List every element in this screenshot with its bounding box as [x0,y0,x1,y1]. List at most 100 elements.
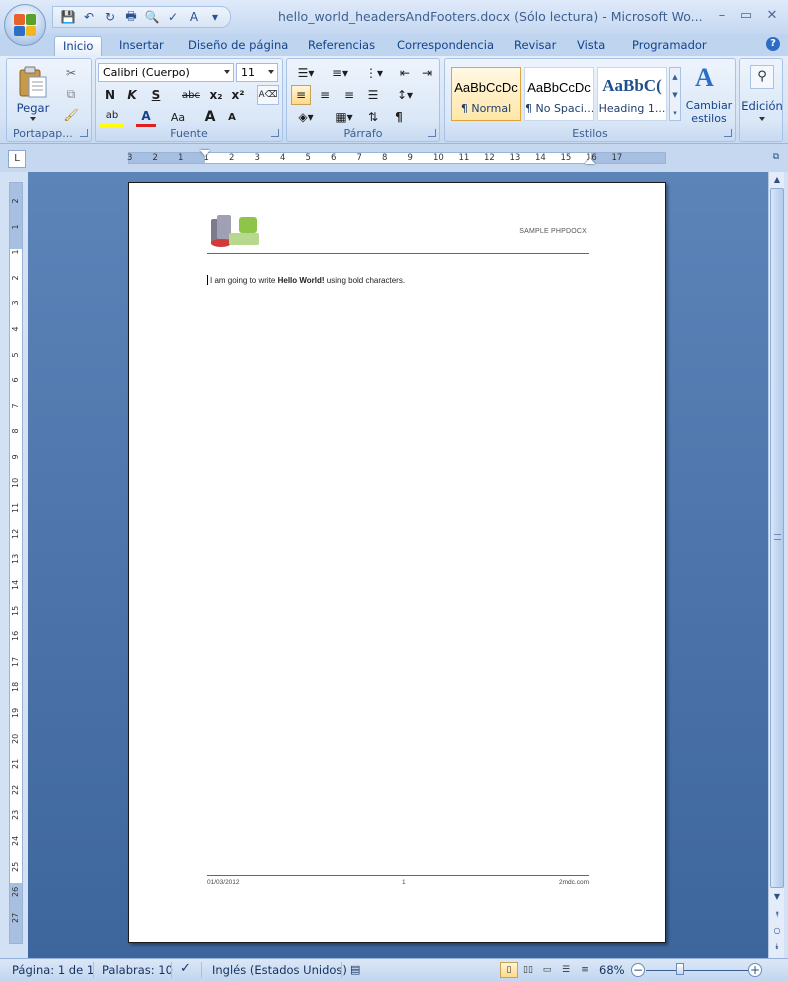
status-words[interactable]: Palabras: 10 [102,963,173,977]
tab-revisar[interactable]: Revisar [506,36,564,56]
italic-button[interactable]: K [122,85,142,105]
format-painter-icon[interactable]: 🖌 [61,105,81,125]
close-button[interactable]: ✕ [762,6,782,26]
font-launcher-icon[interactable] [271,129,279,137]
find-binoculars-icon[interactable]: ⚲ [750,65,774,89]
undo-icon[interactable]: ↶ [80,8,98,26]
tab-vista[interactable]: Vista [569,36,613,56]
ruler-number: 2 [229,153,235,163]
cut-icon[interactable]: ✂ [61,63,81,83]
editing-label[interactable]: Edición [740,99,784,113]
font-color-button[interactable]: A [136,107,156,127]
spelling-icon[interactable]: ✓ [164,8,182,26]
view-ruler-icon[interactable]: ⧉ [768,152,784,168]
decrease-indent-icon[interactable]: ⇤ [395,63,415,83]
help-icon[interactable]: ? [766,37,780,51]
print-icon[interactable]: 🖶 [122,8,140,26]
styles-scroll[interactable]: ▲ ▼ ▾ [669,67,681,121]
ruler-number: 20 [11,733,20,744]
draft-view-icon[interactable]: ≡ [576,962,594,978]
superscript-button[interactable]: x² [228,85,248,105]
scroll-up-icon[interactable]: ▲ [770,173,784,187]
full-screen-reading-icon[interactable]: ▯▯ [519,962,537,978]
status-language[interactable]: Inglés (Estados Unidos) [212,963,347,977]
next-page-icon[interactable]: ⯯ [770,940,784,954]
ruler-number: 23 [11,810,20,821]
justify-icon[interactable]: ☰ [363,85,383,105]
print-layout-view-icon[interactable]: ▯ [500,962,518,978]
status-page[interactable]: Página: 1 de 1 [12,963,94,977]
align-right-icon[interactable]: ≡ [339,85,359,105]
subscript-button[interactable]: x₂ [206,85,226,105]
macro-record-icon[interactable]: ▤ [350,963,360,976]
vertical-scrollbar[interactable]: ▲ ▼ ⯭ ○ ⯯ [768,172,784,958]
shrink-font-button[interactable]: A [222,107,242,127]
grow-font-button[interactable]: A [200,107,220,127]
vertical-ruler[interactable]: 2 1 1 2 3 4 5 6 7 8 9 10 11 12 13 14 15 16 17 18 19 20 21 22 23 2… [9,182,23,944]
office-button[interactable] [4,4,46,46]
tab-programador[interactable]: Programador [624,36,715,56]
web-layout-icon[interactable]: ▭ [538,962,556,978]
style-no-spacing[interactable]: AaBbCcDc ¶ No Spaci... [524,67,594,121]
style-heading-1[interactable]: AaBbC( Heading 1... [597,67,667,121]
font-size-combo[interactable]: 11 [236,63,278,82]
indent-marker-icon[interactable] [200,150,210,156]
previous-page-icon[interactable]: ⯭ [770,908,784,922]
outline-view-icon[interactable]: ☰ [557,962,575,978]
tab-referencias[interactable]: Referencias [300,36,383,56]
increase-indent-icon[interactable]: ⇥ [417,63,437,83]
body-paragraph[interactable]: I am going to write Hello World! using b… [207,275,405,285]
show-formatting-marks-button[interactable]: ¶ [389,107,409,127]
zoom-level[interactable]: 68% [599,963,625,977]
underline-button[interactable]: S [146,85,166,105]
right-indent-marker-icon[interactable] [585,158,595,164]
text-style-icon[interactable]: A [185,8,203,26]
styles-launcher-icon[interactable] [724,129,732,137]
ruler-number: 15 [11,605,20,616]
proofing-icon[interactable]: ✓ [180,961,191,976]
borders-icon[interactable]: ▦▾ [329,107,359,127]
print-preview-icon[interactable]: 🔍 [143,8,161,26]
clipboard-launcher-icon[interactable] [80,129,88,137]
customize-quick-access-icon[interactable]: ▾ [206,8,224,26]
horizontal-ruler[interactable]: 3 2 1 1 2 3 4 5 6 7 8 9 10 11 12 13 14 15 16 17 [0,144,788,172]
save-icon[interactable]: 💾 [59,8,77,26]
change-styles-button[interactable]: A Cambiar estilos [685,63,733,125]
paragraph-launcher-icon[interactable] [428,129,436,137]
tab-correspondencia[interactable]: Correspondencia [389,36,502,56]
scroll-thumb[interactable] [770,188,784,888]
ruler-number: 6 [11,377,20,383]
zoom-in-icon[interactable]: + [748,963,762,977]
bullets-icon[interactable]: ☰▾ [291,63,321,83]
font-name-combo[interactable]: Calibri (Cuerpo) [98,63,234,82]
scroll-down-icon[interactable]: ▼ [770,890,784,904]
browse-object-icon[interactable]: ○ [770,924,784,938]
shading-icon[interactable]: ◈▾ [291,107,321,127]
paste-button[interactable]: Pegar [13,63,53,121]
sort-icon[interactable]: ⇅ [363,107,383,127]
align-center-icon[interactable]: ≡ [315,85,335,105]
zoom-slider-thumb[interactable] [676,963,684,975]
tab-selector-icon[interactable]: L [8,150,26,168]
document-page[interactable]: SAMPLE PHPDOCX I am going to write Hello… [128,182,666,943]
line-spacing-icon[interactable]: ↕▾ [391,85,419,105]
clear-formatting-icon[interactable]: A⌫ [257,85,279,105]
tab-insertar[interactable]: Insertar [111,36,172,56]
minimize-button[interactable]: – [712,6,732,26]
copy-icon[interactable]: ⧉ [61,84,81,104]
multilevel-list-icon[interactable]: ⋮▾ [359,63,389,83]
align-left-icon[interactable]: ≡ [291,85,311,105]
style-normal[interactable]: AaBbCcDc ¶ Normal [451,67,521,121]
strikethrough-button[interactable]: abc [178,85,204,105]
zoom-slider-track[interactable] [646,970,750,971]
maximize-button[interactable]: ▭ [736,6,756,26]
change-case-button[interactable]: Aa [166,107,190,127]
numbering-icon[interactable]: ≡▾ [325,63,355,83]
tab-inicio[interactable]: Inicio [54,36,103,56]
bold-button[interactable]: N [100,85,120,105]
paste-icon [19,66,47,98]
tab-diseno-de-pagina[interactable]: Diseño de página [180,36,296,56]
zoom-out-icon[interactable]: − [631,963,645,977]
redo-icon[interactable]: ↻ [101,8,119,26]
highlight-button[interactable]: ab [100,107,124,127]
